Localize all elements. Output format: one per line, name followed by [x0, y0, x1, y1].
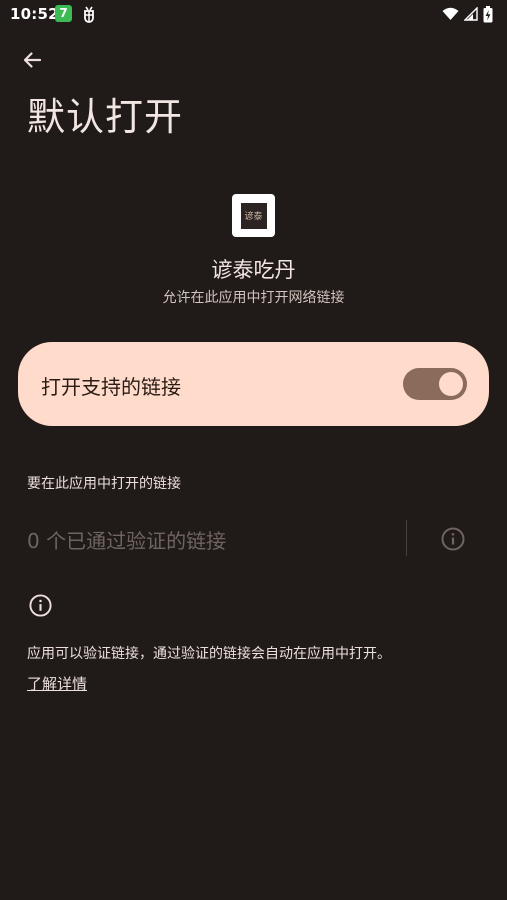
- links-section-header: 要在此应用中打开的链接: [27, 476, 181, 492]
- open-supported-links-switch[interactable]: [403, 368, 467, 400]
- signal-icon: [464, 7, 478, 21]
- status-bar: 10:52 7: [0, 0, 507, 30]
- verified-links-text: 0 个已通过验证的链接: [27, 529, 227, 553]
- bug-notification-icon: [84, 6, 94, 23]
- footer-info-icon: [29, 594, 52, 617]
- open-supported-links-label: 打开支持的链接: [41, 375, 181, 399]
- app-subtitle: 允许在此应用中打开网络链接: [162, 290, 345, 306]
- switch-thumb: [439, 372, 463, 396]
- app-icon-text: 谚泰: [244, 212, 263, 222]
- row-divider: [406, 520, 407, 556]
- page-title: 默认打开: [27, 95, 184, 139]
- info-icon[interactable]: [440, 526, 466, 552]
- app-notification-icon: 7: [55, 5, 72, 22]
- footer-description: 应用可以验证链接，通过验证的链接会自动在应用中打开。: [27, 646, 391, 662]
- back-button[interactable]: [14, 42, 50, 78]
- status-time: 10:52: [10, 5, 59, 23]
- app-icon-logo: 谚泰: [240, 202, 267, 229]
- open-supported-links-card[interactable]: 打开支持的链接: [18, 342, 489, 426]
- arrow-back-icon: [23, 52, 42, 68]
- wifi-icon: [442, 7, 459, 20]
- status-icons: [442, 5, 493, 23]
- app-icon: 谚泰: [232, 194, 275, 237]
- battery-icon: [483, 5, 493, 22]
- learn-more-link[interactable]: 了解详情: [27, 673, 87, 694]
- app-name: 谚泰吃丹: [211, 258, 296, 282]
